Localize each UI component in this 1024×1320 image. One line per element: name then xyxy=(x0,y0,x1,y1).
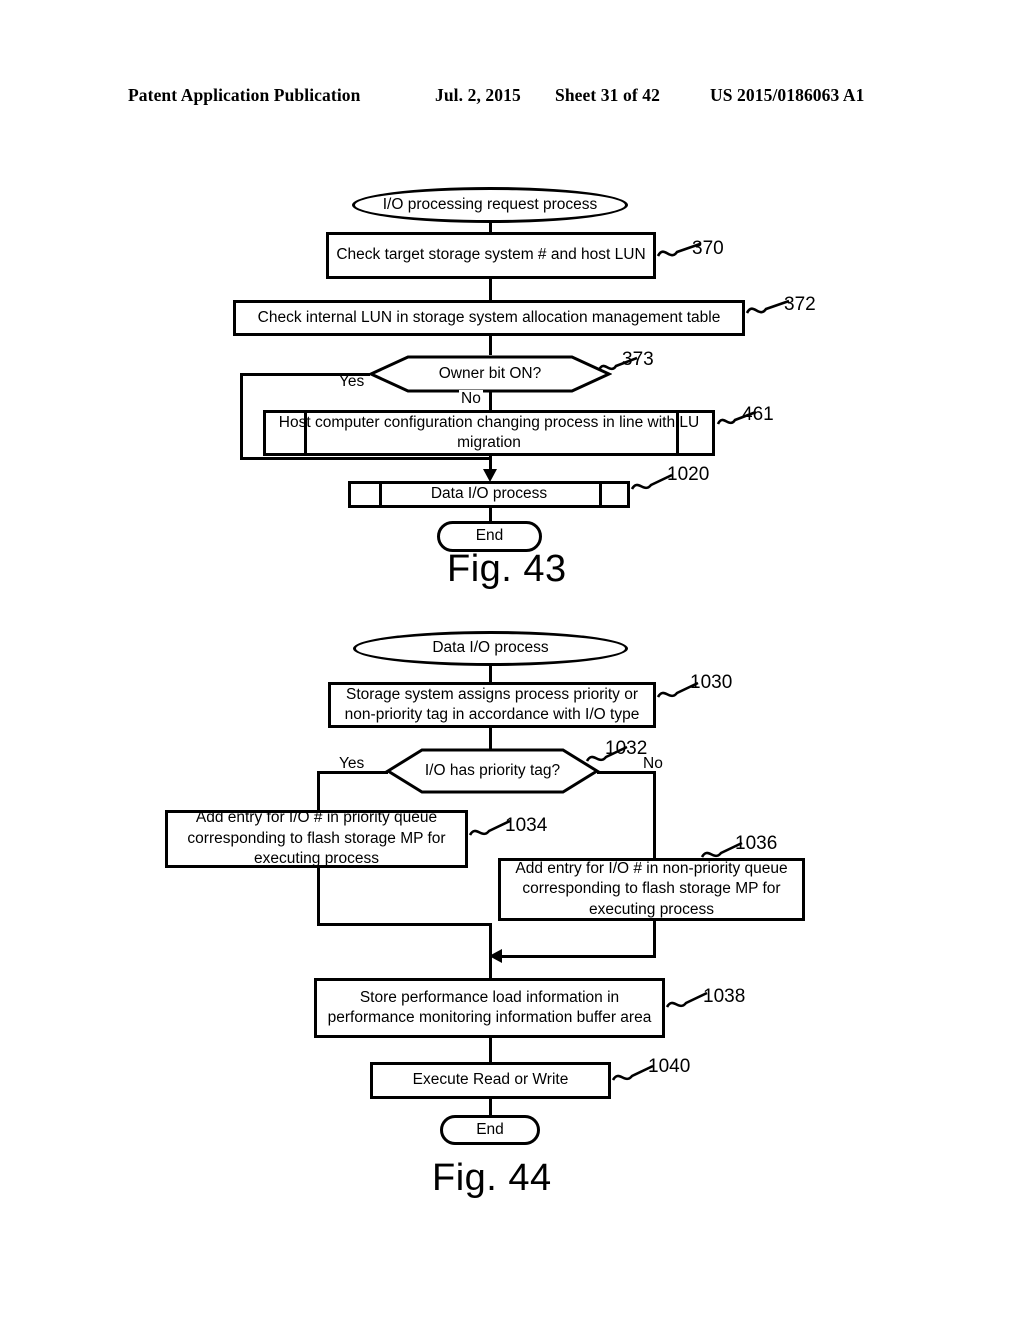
fig44-connector-1038-1040 xyxy=(489,1038,492,1063)
fig43-step-372-label: Check internal LUN in storage system all… xyxy=(257,308,721,326)
fig43-step-372: Check internal LUN in storage system all… xyxy=(233,300,745,336)
fig44-ref-1040: 1040 xyxy=(648,1056,691,1077)
fig44-caption: Fig. 44 xyxy=(432,1157,552,1199)
fig43-yes-vline xyxy=(240,373,243,459)
fig44-connector-1030-1032 xyxy=(489,728,492,749)
fig43-step-461: Host computer configuration changing pro… xyxy=(263,410,715,456)
fig44-connector-start-1030 xyxy=(489,665,492,683)
fig43-ref-372: 372 xyxy=(784,294,816,315)
fig44-merge-vline-right xyxy=(653,920,656,956)
fig44-ref-1038: 1038 xyxy=(703,986,746,1007)
fig43-step-1020: Data I/O process xyxy=(348,481,630,508)
fig44-end-label: End xyxy=(476,1120,504,1138)
fig44-start-terminal: Data I/O process xyxy=(353,631,628,666)
fig44-merge-hline-left xyxy=(317,923,492,926)
fig43-connector-370-372 xyxy=(489,278,492,301)
fig43-caption: Fig. 43 xyxy=(447,548,567,590)
fig43-step-370-label: Check target storage system # and host L… xyxy=(336,246,646,264)
fig44-step-1040-label: Execute Read or Write xyxy=(412,1071,569,1089)
fig43-decision-373-label: Owner bit ON? xyxy=(438,365,542,383)
fig43-ref-461: 461 xyxy=(742,404,774,425)
fig44-step-1040: Execute Read or Write xyxy=(370,1062,611,1099)
fig43-start-terminal: I/O processing request process xyxy=(352,187,628,223)
fig43-branch-no-label: No xyxy=(459,390,483,408)
fig44-step-1034-label: Add entry for I/O # in priority queue co… xyxy=(187,809,446,868)
fig44-decision-1032-label: I/O has priority tag? xyxy=(424,762,561,780)
fig44-yes-hline xyxy=(317,771,388,774)
fig43-decision-373: Owner bit ON? xyxy=(368,354,612,394)
header-sheet-label: Sheet 31 of 42 xyxy=(555,85,660,105)
fig44-merge-vline-left xyxy=(317,867,320,925)
fig43-ref-373: 373 xyxy=(622,349,654,370)
fig44-step-1030-label: Storage system assigns process priority … xyxy=(344,685,640,723)
fig44-ref-1036: 1036 xyxy=(735,833,778,854)
header-date-label: Jul. 2, 2015 xyxy=(435,85,521,105)
fig44-end-terminal: End xyxy=(440,1115,540,1145)
fig44-step-1038-label: Store performance load information in pe… xyxy=(327,988,652,1026)
fig44-merge-hline-right xyxy=(500,955,656,958)
header-publication-label: Patent Application Publication xyxy=(128,85,361,105)
fig44-no-hline xyxy=(597,771,656,774)
fig43-connector-373-461 xyxy=(489,392,492,411)
fig43-ref-370: 370 xyxy=(692,238,724,259)
fig43-yes-hline-bottom xyxy=(240,457,492,460)
fig44-no-vline xyxy=(653,771,656,859)
fig44-ref-1034: 1034 xyxy=(505,815,548,836)
fig43-ref-1020: 1020 xyxy=(667,464,710,485)
fig43-connector-1020-end xyxy=(489,508,492,522)
fig44-step-1034: Add entry for I/O # in priority queue co… xyxy=(165,809,468,868)
fig44-start-label: Data I/O process xyxy=(432,639,549,657)
fig43-step-370: Check target storage system # and host L… xyxy=(326,232,656,279)
fig43-yes-hline-top xyxy=(240,373,370,376)
fig43-start-label: I/O processing request process xyxy=(382,195,598,213)
fig44-ref-1030: 1030 xyxy=(690,672,733,693)
fig44-step-1036-label: Add entry for I/O # in non-priority queu… xyxy=(515,859,788,918)
fig43-step-461-label: Host computer configuration changing pro… xyxy=(278,413,700,451)
fig43-step-1020-label: Data I/O process xyxy=(430,485,548,503)
fig44-step-1030: Storage system assigns process priority … xyxy=(328,682,656,728)
fig44-decision-1032: I/O has priority tag? xyxy=(385,747,600,795)
fig44-connector-merge-1038 xyxy=(489,923,492,979)
fig44-step-1038: Store performance load information in pe… xyxy=(314,978,665,1038)
fig44-step-1036: Add entry for I/O # in non-priority queu… xyxy=(498,858,805,921)
fig44-yes-vline xyxy=(317,771,320,811)
page-header: Patent Application Publication Jul. 2, 2… xyxy=(0,85,1024,111)
header-patent-number: US 2015/0186063 A1 xyxy=(710,85,865,105)
fig43-end-label: End xyxy=(475,527,504,545)
fig43-connector-372-373 xyxy=(489,335,492,355)
fig44-connector-1040-end xyxy=(489,1099,492,1116)
